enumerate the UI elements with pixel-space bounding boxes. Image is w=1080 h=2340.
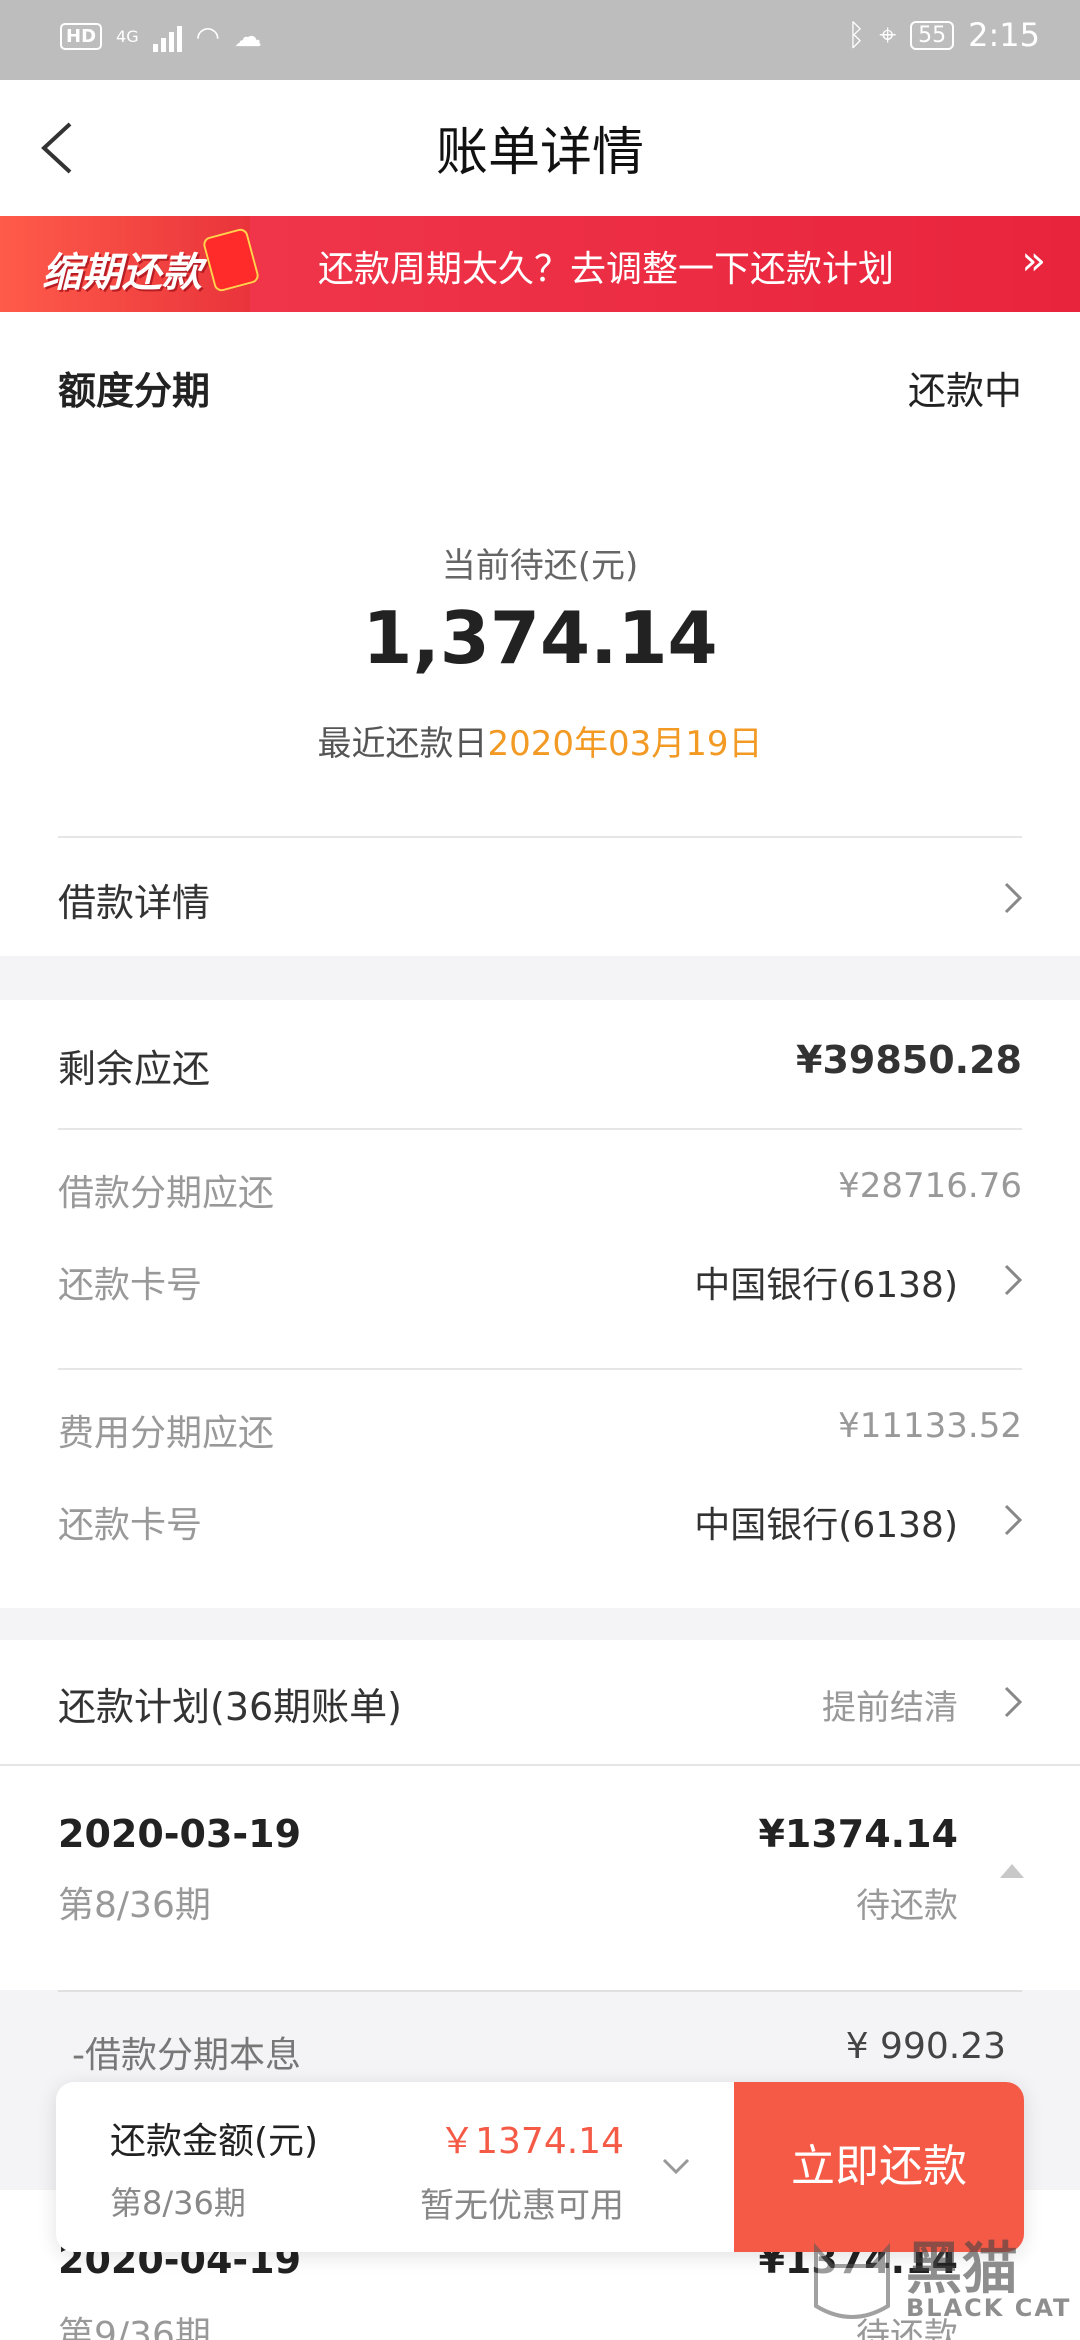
hd-icon: HD: [60, 23, 103, 50]
repay-card-value: 中国银行(6138): [694, 1505, 958, 1546]
breakdown-amount: ¥ 990.23: [845, 2026, 1006, 2067]
plan-item-period: 第8/36期: [58, 1885, 211, 1926]
chevron-down-icon: [662, 2158, 690, 2175]
divider: [58, 1990, 1022, 1992]
clock: 2:15: [968, 16, 1040, 54]
plan-item-status: 待还款: [856, 1886, 958, 1926]
repay-plan-card: 还款计划(36期账单) 提前结清 2020-03-19 第8/36期 ¥1374…: [0, 1640, 1080, 1990]
cat-logo-icon: [814, 2242, 890, 2319]
product-name: 额度分期: [58, 369, 211, 413]
due-date-line: 最近还款日2020年03月19日: [0, 716, 1080, 765]
plan-title: 还款计划(36期账单): [58, 1685, 403, 1729]
repay-card-row-2[interactable]: 还款卡号 中国银行(6138): [0, 1480, 1080, 1560]
repay-card-label: 还款卡号: [58, 1505, 203, 1546]
location-icon: ⌖: [879, 17, 897, 53]
repay-card-row-1[interactable]: 还款卡号 中国银行(6138): [0, 1240, 1080, 1320]
loan-detail-row[interactable]: 借款详情: [0, 838, 1080, 956]
repay-card-value: 中国银行(6138): [694, 1265, 958, 1306]
remaining-card: 剩余应还 ¥39850.28 借款分期应还 ¥28716.76 还款卡号 中国银…: [0, 1000, 1080, 1608]
pending-label: 当前待还(元): [441, 546, 639, 586]
divider: [58, 1368, 1022, 1370]
repay-status: 还款中: [907, 369, 1022, 413]
plan-item-date: 2020-03-19: [58, 1812, 302, 1856]
loan-installment-label: 借款分期应还: [58, 1173, 275, 1214]
watermark-en: BLACK CAT: [906, 2294, 1072, 2322]
coupon-dropdown[interactable]: [656, 2152, 696, 2182]
plan-item-period: 第9/36期: [58, 2315, 211, 2340]
signal-icon: [152, 22, 182, 52]
collapse-triangle-icon: [1000, 1864, 1024, 1878]
pay-amount-label: 还款金额(元): [110, 2121, 319, 2162]
cloud-icon: ☁: [234, 20, 263, 53]
due-date-prefix: 最近还款日: [317, 724, 488, 764]
pay-period: 第8/36期: [110, 2184, 246, 2222]
black-cat-watermark: 黑猫 BLACK CAT: [802, 2224, 1072, 2334]
repay-card-label: 还款卡号: [58, 1265, 203, 1306]
page-title: 账单详情: [435, 123, 644, 183]
bluetooth-icon: ᛒ: [847, 17, 866, 53]
status-bar: HD 4G ◠ ☁ ᛒ ⌖ 55 2:15: [0, 0, 1080, 80]
fee-installment-amount: ¥11133.52: [838, 1406, 1022, 1446]
chevron-right-icon: [998, 1500, 1028, 1540]
breakdown-label: -借款分期本息: [72, 2035, 301, 2076]
watermark-cn: 黑猫: [906, 2237, 1018, 2302]
network-type: 4G: [116, 27, 139, 46]
wifi-icon: ◠: [195, 20, 221, 53]
chevron-right-icon: [998, 1260, 1028, 1300]
coupon-text: 暂无优惠可用: [420, 2186, 624, 2226]
double-chevron-icon: »: [1021, 238, 1046, 284]
repay-plan-header[interactable]: 还款计划(36期账单) 提前结清: [0, 1640, 1080, 1764]
summary-card: 额度分期 还款中 当前待还(元) 1,374.14 最近还款日2020年03月1…: [0, 312, 1080, 956]
plan-item[interactable]: 2020-03-19 第8/36期 ¥1374.14 待还款: [0, 1766, 1080, 1990]
divider: [58, 1128, 1022, 1130]
loan-detail-label: 借款详情: [58, 881, 211, 925]
plan-item-amount: ¥1374.14: [758, 1812, 958, 1856]
remaining-label: 剩余应还: [58, 1047, 211, 1091]
header: 账单详情: [0, 80, 1080, 216]
pending-amount: 1,374.14: [362, 596, 718, 680]
remaining-amount: ¥39850.28: [796, 1038, 1022, 1082]
battery-icon: 55: [910, 20, 955, 50]
fee-installment-label: 费用分期应还: [58, 1413, 275, 1454]
chevron-right-icon: [998, 1682, 1028, 1722]
shorten-term-banner[interactable]: 缩期还款 还款周期太久？去调整一下还款计划 »: [0, 216, 1080, 312]
loan-installment-amount: ¥28716.76: [838, 1166, 1022, 1206]
due-date: 2020年03月19日: [487, 724, 763, 764]
pay-amount: ￥1374.14: [439, 2121, 624, 2162]
banner-text: 还款周期太久？去调整一下还款计划: [318, 249, 895, 290]
early-settle-link: 提前结清: [822, 1688, 958, 1728]
chevron-right-icon: [998, 878, 1028, 918]
